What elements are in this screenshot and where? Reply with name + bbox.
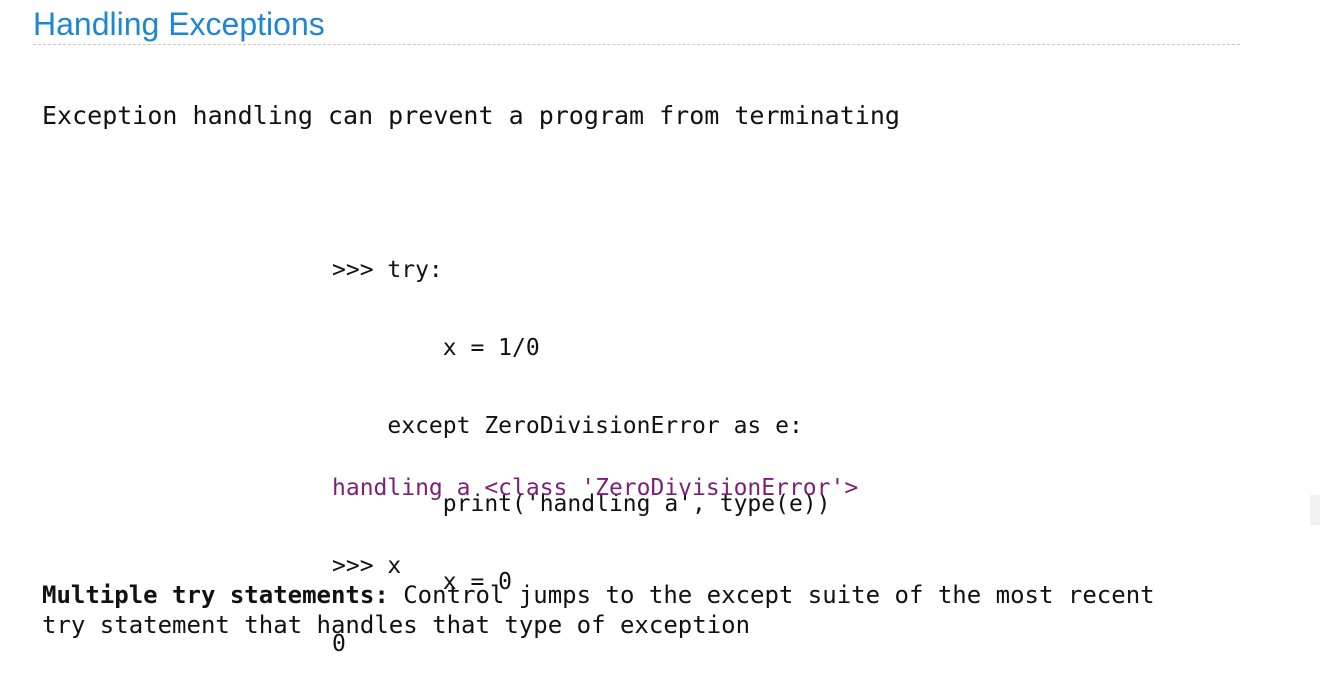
- printed-output: handling a <class 'ZeroDivisionError'>: [332, 475, 859, 501]
- intro-text: Exception handling can prevent a program…: [42, 101, 900, 130]
- code-line: x = 1/0: [332, 335, 540, 361]
- scroll-handle[interactable]: [1310, 495, 1320, 525]
- code-line: >>> try:: [332, 257, 443, 283]
- footer-line-2: try statement that handles that type of …: [42, 611, 751, 639]
- repl-prompt-line: >>> x: [332, 553, 402, 579]
- footer-line-1: Control jumps to the except suite of the…: [388, 581, 1155, 609]
- slide-title: Handling Exceptions: [33, 4, 1240, 45]
- code-block-output: handling a <class 'ZeroDivisionError'> >…: [332, 423, 858, 683]
- footer-note: Multiple try statements: Control jumps t…: [42, 580, 1292, 640]
- footer-bold-label: Multiple try statements:: [42, 581, 389, 609]
